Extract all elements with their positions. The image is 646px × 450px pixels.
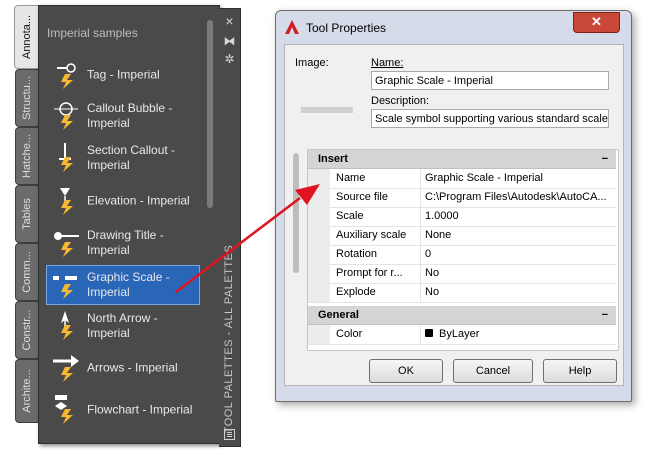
- tag-tool-icon: [57, 63, 76, 89]
- property-row[interactable]: Auxiliary scale None: [308, 226, 616, 246]
- property-row[interactable]: Prompt for r... No: [308, 264, 616, 284]
- ok-button[interactable]: OK: [369, 359, 443, 383]
- property-grid: Insert − Name Graphic Scale - Imperial S…: [307, 149, 619, 351]
- callout-bubble-tool-icon: [54, 102, 78, 130]
- property-row[interactable]: Color ByLayer: [308, 325, 616, 345]
- description-label: Description:: [371, 95, 430, 107]
- tool-flowchart[interactable]: Flowchart - Imperial: [47, 391, 199, 429]
- category-insert[interactable]: Insert −: [308, 150, 616, 169]
- palette-title: TOOL PALETTES - ALL PALETTES: [223, 244, 235, 434]
- properties-icon[interactable]: ✲: [223, 53, 236, 66]
- north-arrow-tool-icon: [61, 311, 73, 340]
- section-title: Imperial samples: [47, 26, 138, 40]
- collapse-icon[interactable]: −: [602, 306, 608, 324]
- tool-label: Section Callout - Imperial: [87, 143, 176, 172]
- auto-hide-icon[interactable]: ⧓: [223, 35, 236, 48]
- tool-label: Tag - Imperial: [87, 67, 160, 82]
- tool-image-preview: [301, 107, 353, 113]
- elevation-tool-icon: [60, 188, 73, 215]
- tool-graphic-scale[interactable]: Graphic Scale - Imperial: [46, 265, 200, 305]
- tool-label: North Arrow - Imperial: [87, 311, 158, 340]
- tool-palette: Annota... Structu... Hatche... Tables Co…: [14, 5, 241, 447]
- tool-elevation[interactable]: Elevation - Imperial: [47, 182, 199, 220]
- image-label: Image:: [295, 57, 329, 69]
- close-icon[interactable]: ×: [223, 14, 236, 28]
- tab-annotation[interactable]: Annota...: [14, 5, 40, 69]
- collapse-icon[interactable]: −: [602, 150, 608, 168]
- property-row[interactable]: Source file C:\Program Files\Autodesk\Au…: [308, 188, 616, 208]
- graphic-scale-tool-icon: [53, 276, 77, 299]
- arrows-tool-icon: [53, 355, 79, 382]
- autocad-logo-icon: [285, 20, 299, 34]
- tool-label: Arrows - Imperial: [87, 360, 178, 375]
- name-label: Name:: [371, 57, 404, 69]
- tab-constraints[interactable]: Constr...: [15, 301, 39, 359]
- tool-north-arrow[interactable]: North Arrow - Imperial: [47, 307, 199, 345]
- section-callout-tool-icon: [59, 143, 73, 172]
- palette-content: Imperial samples Tag - Imperial Callout …: [38, 5, 220, 444]
- palette-scrollbar[interactable]: [207, 20, 213, 208]
- tool-label: Callout Bubble - Imperial: [87, 101, 173, 130]
- tool-label: Flowchart - Imperial: [87, 402, 193, 417]
- tool-callout-bubble[interactable]: Callout Bubble - Imperial: [47, 97, 199, 135]
- cancel-button[interactable]: Cancel: [453, 359, 533, 383]
- name-input[interactable]: Graphic Scale - Imperial: [371, 71, 609, 90]
- color-swatch-icon: [425, 329, 433, 337]
- dialog-body: Image: Name: Graphic Scale - Imperial De…: [284, 44, 624, 386]
- flowchart-tool-icon: [55, 395, 73, 424]
- tool-section-callout[interactable]: Section Callout - Imperial: [47, 139, 199, 177]
- palette-tabs: Annota... Structu... Hatche... Tables Co…: [14, 5, 40, 430]
- drawing-title-tool-icon: [54, 232, 79, 257]
- grid-scrollbar[interactable]: [293, 153, 299, 273]
- help-button[interactable]: Help: [543, 359, 617, 383]
- close-button[interactable]: ✕: [573, 12, 620, 33]
- tool-drawing-title[interactable]: Drawing Title - Imperial: [47, 224, 199, 262]
- tab-hatches[interactable]: Hatche...: [15, 127, 39, 185]
- dialog-title: Tool Properties: [306, 21, 387, 35]
- property-row[interactable]: Explode No: [308, 283, 616, 303]
- tab-architectural[interactable]: Archite...: [15, 359, 39, 423]
- tool-arrows[interactable]: Arrows - Imperial: [47, 349, 199, 387]
- tab-command[interactable]: Comm...: [15, 243, 39, 301]
- tool-label: Elevation - Imperial: [87, 193, 190, 208]
- palette-menu-icon[interactable]: [223, 429, 236, 442]
- tab-structural[interactable]: Structu...: [15, 69, 39, 127]
- tool-label: Graphic Scale - Imperial: [87, 270, 170, 299]
- property-row[interactable]: Rotation 0: [308, 245, 616, 265]
- property-row[interactable]: Scale 1.0000: [308, 207, 616, 227]
- tab-tables[interactable]: Tables: [15, 185, 39, 243]
- property-row[interactable]: Name Graphic Scale - Imperial: [308, 169, 616, 189]
- description-input[interactable]: Scale symbol supporting various standard…: [371, 109, 609, 128]
- category-general[interactable]: General −: [308, 306, 616, 325]
- palette-title-strip[interactable]: × ⧓ ✲ TOOL PALETTES - ALL PALETTES: [219, 8, 241, 447]
- tool-label: Drawing Title - Imperial: [87, 228, 164, 257]
- tool-properties-dialog: Tool Properties ✕ Image: Name: Graphic S…: [275, 10, 632, 402]
- tool-tag[interactable]: Tag - Imperial: [47, 56, 199, 94]
